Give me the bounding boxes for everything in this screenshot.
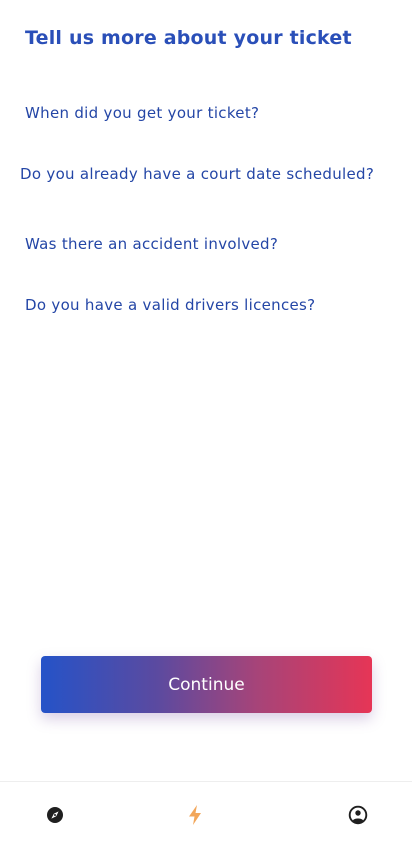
page-title: Tell us more about your ticket [25, 27, 352, 49]
nav-explore[interactable] [44, 804, 66, 826]
ticket-details-screen: Tell us more about your ticket When did … [0, 0, 412, 847]
question-drivers-licence[interactable]: Do you have a valid drivers licences? [25, 296, 315, 314]
nav-bolt[interactable] [184, 804, 206, 826]
nav-profile[interactable] [347, 804, 369, 826]
question-court-date[interactable]: Do you already have a court date schedul… [20, 165, 374, 183]
lightning-bolt-icon [189, 805, 201, 825]
question-ticket-date[interactable]: When did you get your ticket? [25, 104, 259, 122]
user-circle-icon [348, 805, 368, 825]
question-accident[interactable]: Was there an accident involved? [25, 235, 278, 253]
bottom-nav [0, 781, 412, 847]
continue-button[interactable]: Continue [41, 656, 372, 713]
compass-icon [47, 807, 63, 823]
